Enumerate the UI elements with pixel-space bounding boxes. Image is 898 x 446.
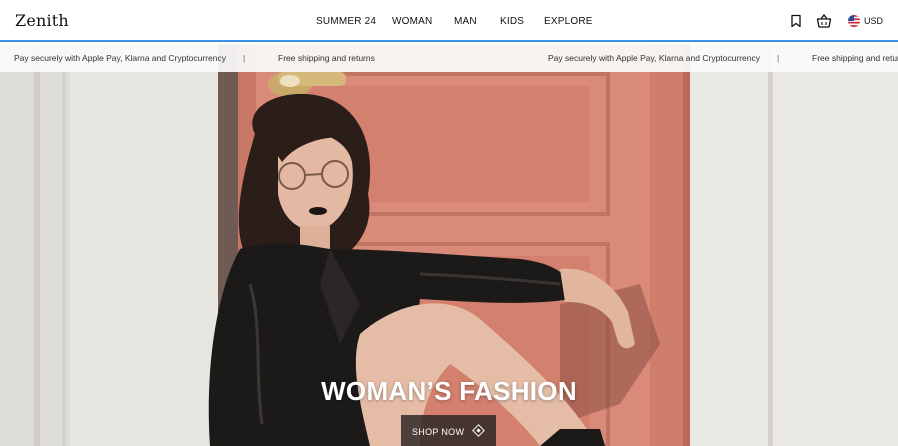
basket-icon[interactable] [816,13,832,29]
site-header: Zenith SUMMER 24 WOMAN MAN KIDS EXPLORE … [0,0,898,42]
shop-now-label: SHOP NOW [412,427,465,437]
promo-separator: | [777,53,780,63]
nav-item-man[interactable]: MAN [454,16,477,27]
us-flag-icon [848,15,860,27]
hero-title: WOMAN’S FASHION [321,376,577,406]
hero-banner: WOMAN’S FASHION SHOP NOW [0,44,898,446]
nav-item-kids[interactable]: KIDS [500,16,524,27]
promo-message: Pay securely with Apple Pay, Klarna and … [548,53,760,63]
currency-label: USD [864,16,884,26]
nav-item-summer-24[interactable]: SUMMER 24 [316,16,376,27]
promo-message: Free shipping and returns [278,53,375,63]
nav-item-woman[interactable]: WOMAN [392,16,432,27]
bookmark-icon[interactable] [789,14,803,28]
promo-message: Free shipping and returns [812,53,898,63]
promo-message: Pay securely with Apple Pay, Klarna and … [14,53,226,63]
promo-separator: | [243,53,246,63]
brand-logo[interactable]: Zenith [15,11,69,30]
announcement-bar: Pay securely with Apple Pay, Klarna and … [0,44,898,72]
diamond-icon [472,424,485,437]
nav-item-explore[interactable]: EXPLORE [544,16,593,27]
shop-now-button[interactable]: SHOP NOW [401,415,496,446]
